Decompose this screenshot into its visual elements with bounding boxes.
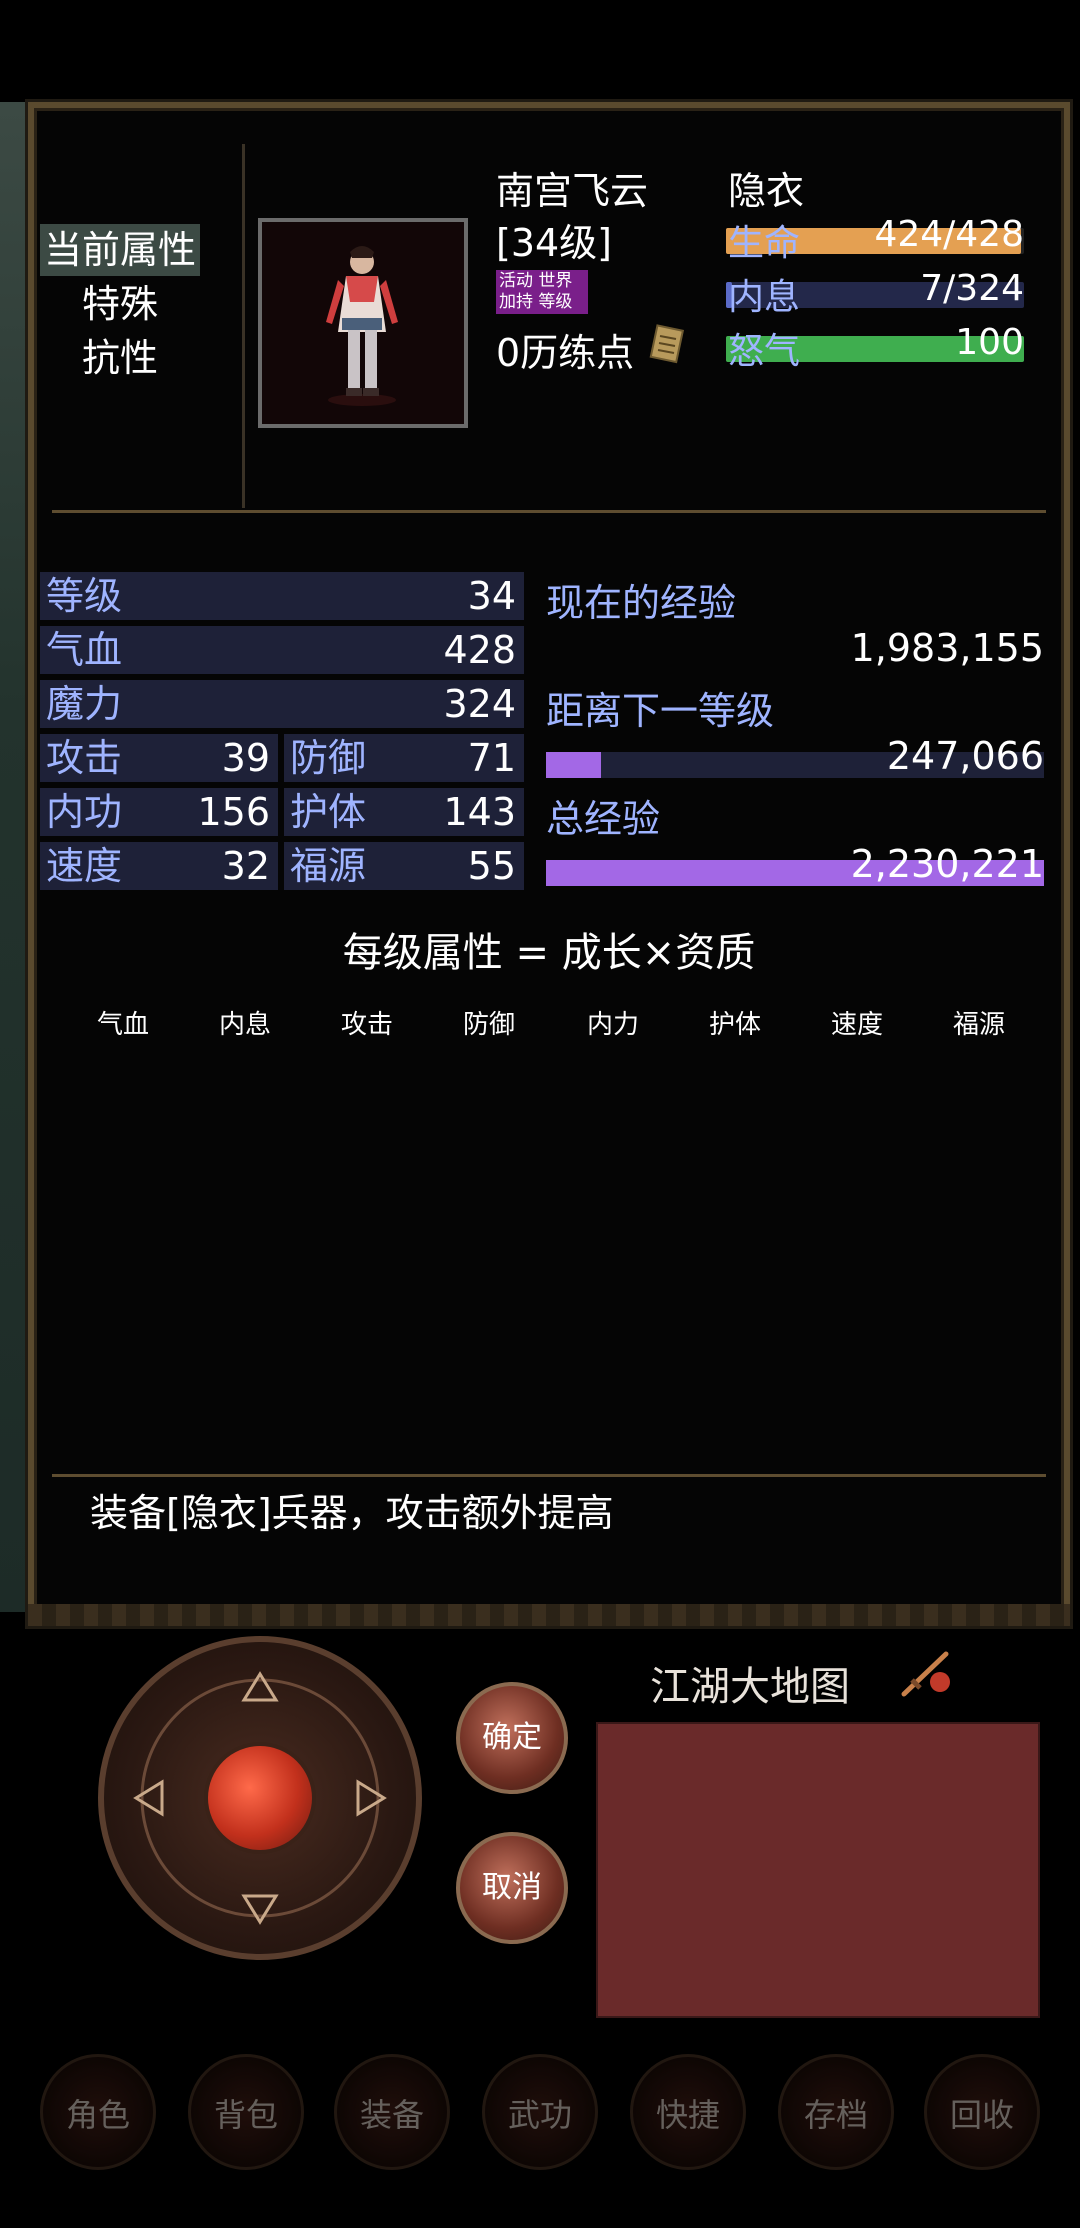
menu-bag-button[interactable]: 背包 xyxy=(188,2054,304,2170)
stat-hp: 气血 428 xyxy=(40,626,524,674)
training-points: 0历练点 xyxy=(496,331,635,375)
next-level-value: 247,066 xyxy=(886,734,1044,778)
total-exp-value: 2,230,221 xyxy=(850,842,1044,886)
growth-header-speed: 速度 xyxy=(830,1010,883,1040)
stat-defense-value: 71 xyxy=(467,736,516,780)
menu-character-button[interactable]: 角色 xyxy=(40,2054,156,2170)
menu-equipment-button[interactable]: 装备 xyxy=(334,2054,450,2170)
growth-header-guard: 护体 xyxy=(708,1010,761,1040)
stat-guard-value: 143 xyxy=(443,790,516,834)
growth-header-hp: 气血 xyxy=(96,1010,149,1040)
total-exp-label: 总经验 xyxy=(546,797,661,841)
character-title: 隐衣 xyxy=(728,169,805,213)
hp-value: 424/428 xyxy=(874,214,1024,255)
stat-attack-label: 攻击 xyxy=(46,736,123,780)
stat-speed-label: 速度 xyxy=(46,844,123,888)
stat-level-value: 34 xyxy=(467,574,516,618)
growth-header-attack: 攻击 xyxy=(340,1010,393,1040)
equipment-tip: 装备[隐衣]兵器，攻击额外提高 xyxy=(90,1491,614,1535)
current-exp-value: 1,983,155 xyxy=(850,626,1044,670)
stat-luck: 福源 55 xyxy=(284,842,524,890)
stat-guard-label: 护体 xyxy=(290,790,367,834)
tab-resistance[interactable]: 抗性 xyxy=(40,332,200,384)
badge-line-1: 活动 世界 xyxy=(499,271,573,291)
stat-inner-value: 156 xyxy=(197,790,270,834)
character-level-badge: [34级] xyxy=(496,221,613,265)
stat-guard: 护体 143 xyxy=(284,788,524,836)
stat-mana-value: 324 xyxy=(443,682,516,726)
growth-header-row: 气血 内息 攻击 防御 内力 护体 速度 福源 xyxy=(68,1004,1028,1044)
character-figure-icon xyxy=(262,222,464,424)
growth-formula: 每级属性 = 成长×资质 xyxy=(342,930,756,976)
stat-level-label: 等级 xyxy=(46,574,123,618)
character-name: 南宫飞云 xyxy=(496,169,649,213)
tab-special[interactable]: 特殊 xyxy=(40,278,200,330)
growth-header-luck: 福源 xyxy=(952,1010,1005,1040)
rage-value: 100 xyxy=(955,322,1024,363)
mp-value: 7/324 xyxy=(920,268,1024,309)
cancel-button[interactable]: 取消 xyxy=(456,1832,568,1944)
character-portrait xyxy=(258,218,468,428)
stat-luck-value: 55 xyxy=(467,844,516,888)
joystick-knob[interactable] xyxy=(208,1746,312,1850)
confirm-button[interactable]: 确定 xyxy=(456,1682,568,1794)
stat-inner-label: 内功 xyxy=(46,790,123,834)
stat-mana-label: 魔力 xyxy=(46,682,123,726)
scroll-icon xyxy=(648,322,688,364)
stat-level: 等级 34 xyxy=(40,572,524,620)
stat-speed: 速度 32 xyxy=(40,842,278,890)
growth-header-mp: 内息 xyxy=(218,1010,271,1040)
menu-save-button[interactable]: 存档 xyxy=(778,2054,894,2170)
stat-mana: 魔力 324 xyxy=(40,680,524,728)
stat-hp-value: 428 xyxy=(443,628,516,672)
stat-defense: 防御 71 xyxy=(284,734,524,782)
stat-defense-label: 防御 xyxy=(290,736,367,780)
next-level-label: 距离下一等级 xyxy=(546,689,775,733)
menu-shortcut-button[interactable]: 快捷 xyxy=(630,2054,746,2170)
menu-martial-arts-button[interactable]: 武功 xyxy=(482,2054,598,2170)
sword-icon xyxy=(898,1648,954,1700)
stat-speed-value: 32 xyxy=(221,844,270,888)
menu-recycle-button[interactable]: 回收 xyxy=(924,2054,1040,2170)
stat-attack-value: 39 xyxy=(221,736,270,780)
stat-hp-label: 气血 xyxy=(46,628,123,672)
stat-luck-label: 福源 xyxy=(290,844,367,888)
growth-header-defense: 防御 xyxy=(462,1010,515,1040)
badge-line-2: 加持 等级 xyxy=(499,292,573,312)
stat-attack: 攻击 39 xyxy=(40,734,278,782)
stat-inner: 内功 156 xyxy=(40,788,278,836)
map-background-strip xyxy=(0,102,26,1612)
growth-header-inner: 内力 xyxy=(586,1010,639,1040)
panel-bottom-ornament xyxy=(28,1604,1070,1626)
event-bonus-badge: 活动 世界 加持 等级 xyxy=(496,270,588,314)
world-map-view[interactable] xyxy=(596,1722,1040,2018)
tip-divider xyxy=(52,1474,1046,1477)
tab-current-attributes[interactable]: 当前属性 xyxy=(40,224,200,276)
world-map-title: 江湖大地图 xyxy=(650,1664,850,1710)
tab-divider xyxy=(242,144,245,508)
header-divider xyxy=(52,510,1046,513)
current-exp-label: 现在的经验 xyxy=(546,581,737,625)
